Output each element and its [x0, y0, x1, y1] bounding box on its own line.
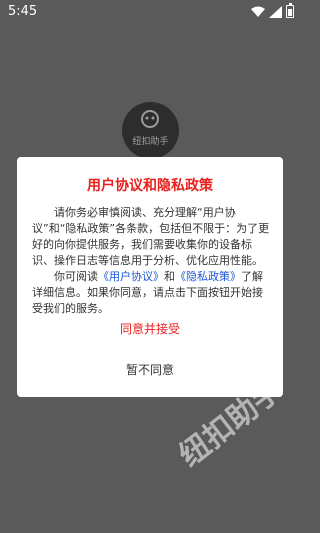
status-bar: 5:45 — [0, 0, 300, 24]
wifi-icon — [251, 6, 265, 17]
logo-mark-icon — [141, 110, 159, 128]
dialog-title: 用户协议和隐私政策 — [87, 178, 213, 194]
user-agreement-link[interactable]: 《用户协议》 — [98, 270, 164, 283]
paragraph-2-prefix: 你可阅读 — [54, 270, 98, 283]
app-logo: 纽扣助手 — [122, 102, 179, 159]
battery-icon — [286, 3, 294, 18]
logo-text: 纽扣助手 — [132, 137, 169, 147]
status-time: 5:45 — [8, 4, 38, 19]
status-icons — [251, 3, 294, 18]
dialog-paragraph-2: 你可阅读《用户协议》和《隐私政策》了解详细信息。如果你同意，请点击下面按钮开始接… — [32, 269, 272, 317]
paragraph-2-and: 和 — [164, 270, 175, 283]
agree-button[interactable]: 同意并接受 — [17, 314, 283, 344]
dialog-body: 请你务必审慎阅读、充分理解“用户协议”和“隐私政策”各条款，包括但不限于：为了更… — [32, 205, 272, 317]
privacy-policy-link[interactable]: 《隐私政策》 — [175, 270, 241, 283]
dialog-paragraph-1: 请你务必审慎阅读、充分理解“用户协议”和“隐私政策”各条款，包括但不限于：为了更… — [32, 206, 270, 267]
privacy-dialog: 用户协议和隐私政策 请你务必审慎阅读、充分理解“用户协议”和“隐私政策”各条款，… — [17, 157, 283, 397]
signal-icon — [269, 5, 282, 18]
